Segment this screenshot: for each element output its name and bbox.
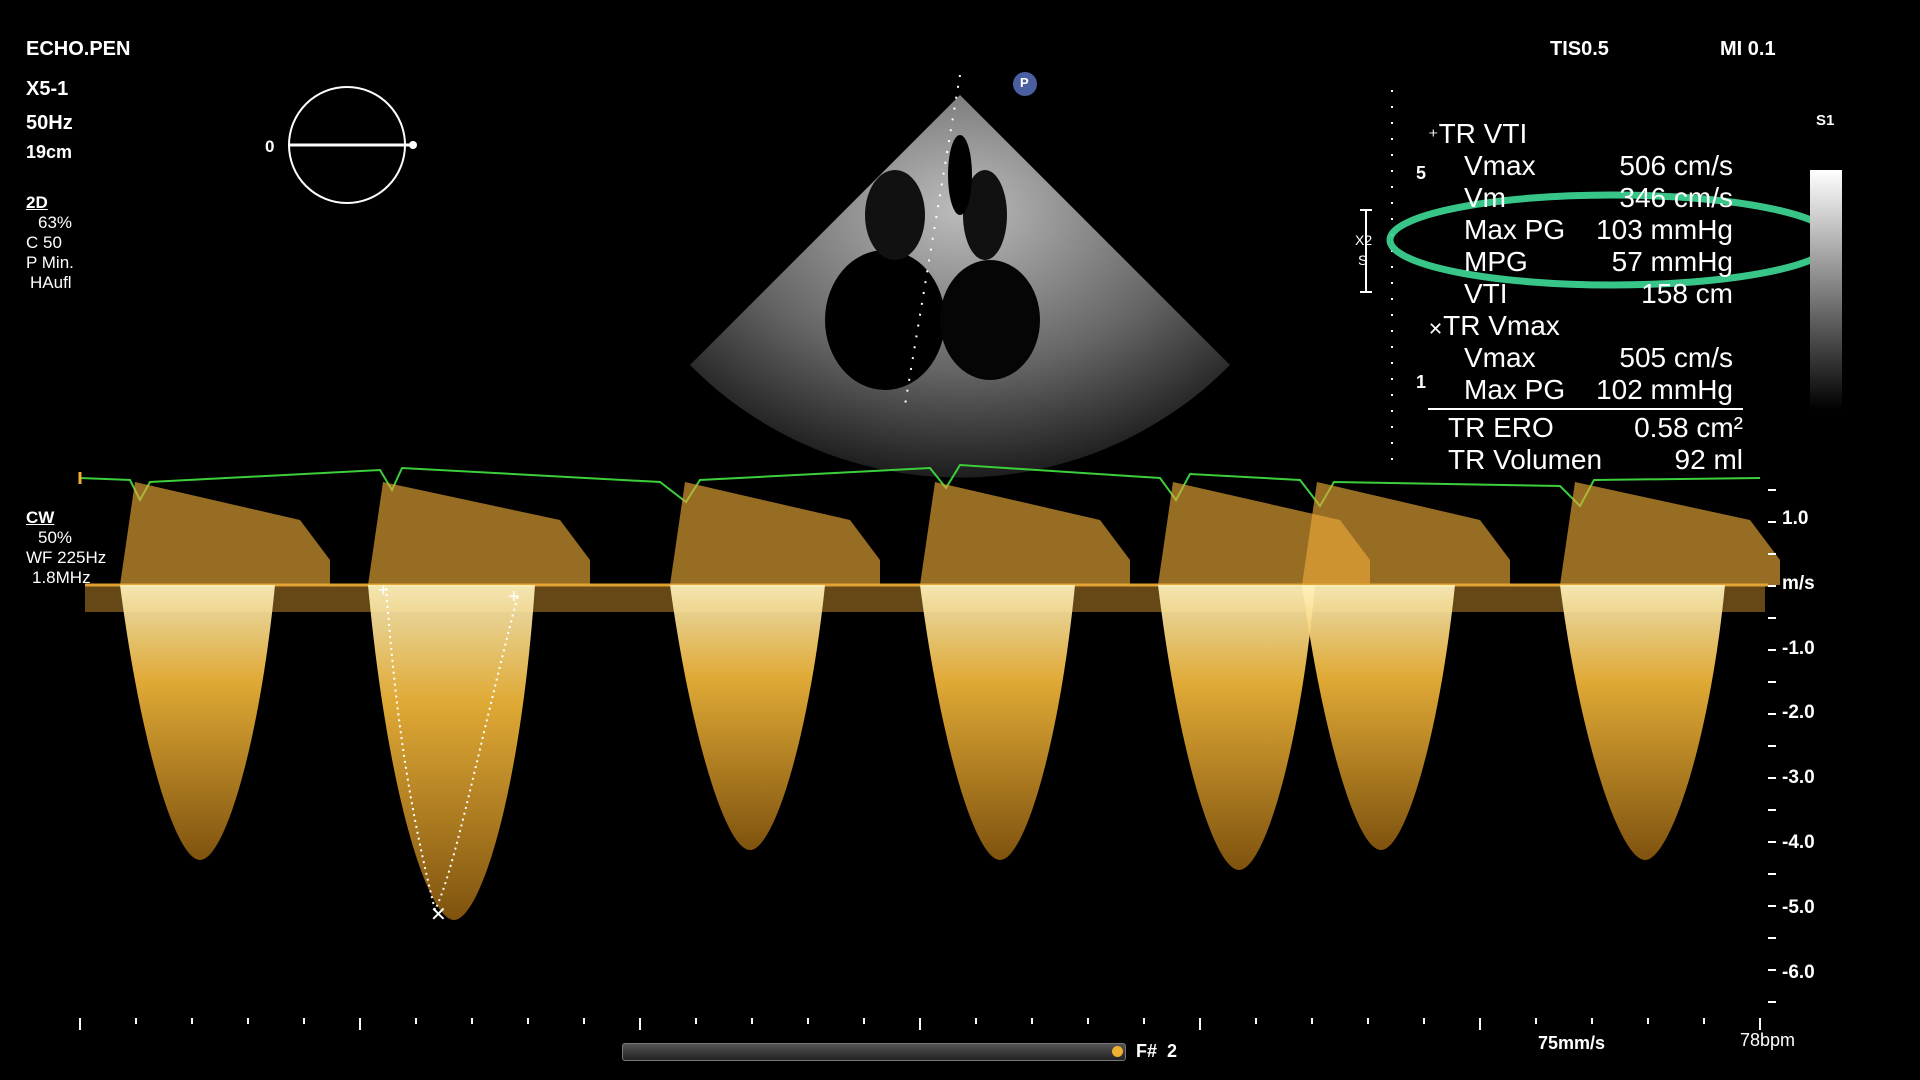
grayscale-bar [1810,170,1842,410]
grayscale-label: S1 [1816,112,1835,129]
mode-2d-power: P Min. [26,253,74,272]
tr-vti-row-value: 506 cm/s [1619,150,1733,181]
crosshair-icon: ⁺ [1428,126,1439,148]
sweep-speed: 75mm/s [1538,1033,1606,1053]
mode-cw-wall-filter: WF 225Hz [26,548,107,567]
doppler-envelope [120,585,275,860]
angle-indicator-label: 0 [265,137,275,156]
svg-text:✕: ✕ [430,904,447,926]
frame-number: 2 [1167,1041,1178,1061]
cine-scrollbar[interactable] [622,1043,1126,1061]
mode-cw-frequency: 1.8MHz [32,568,91,587]
measurement-divider [1428,408,1743,410]
doppler-forward-flow [920,482,1130,585]
doppler-forward-flow [1560,482,1780,585]
doppler-envelope [1302,585,1455,850]
doppler-spectrum [85,482,1780,920]
velocity-tick-label: -3.0 [1782,767,1815,788]
doppler-forward-flow [670,482,880,585]
tr-vti-row-value: 346 cm/s [1619,182,1733,213]
tr-vti-row-label: MPG [1464,246,1528,277]
cine-scroll-handle[interactable] [1112,1046,1123,1057]
doppler-envelope [368,585,535,920]
heart-rate: 78bpm [1740,1030,1796,1050]
mode-cw-title: CW [26,508,55,527]
tr-vti-row-value: 57 mmHg [1611,246,1733,277]
tis-label: TIS0.5 [1550,38,1609,60]
velocity-tick-label: -6.0 [1782,962,1815,983]
tr-vti-row-label: Vmax [1464,150,1536,181]
tr-vti-row-value: 158 cm [1641,278,1733,309]
doppler-forward-flow [368,482,590,585]
probe-label: X5-1 [26,78,69,100]
velocity-tick-label: -2.0 [1782,702,1815,723]
sector-scale-label-top: 5 [1416,163,1427,183]
svg-text:+: + [508,586,520,608]
gate-label: X2 [1355,232,1373,248]
depth-scale [1360,90,1393,470]
preset-label: ECHO.PEN [26,38,131,60]
velocity-tick-label: -1.0 [1782,638,1815,659]
sector-scale-label-bottom: 1 [1416,372,1427,392]
tr-vmax-row-value: 505 cm/s [1619,342,1733,373]
doppler-envelope [670,585,825,850]
echo-sector [690,74,1230,478]
tr-vti-title: ⁺TR VTI [1428,118,1528,149]
cross-marker-icon: ✕ [1428,319,1444,339]
mode-cw-gain: 50% [38,528,73,547]
tr-ero-label: TR ERO [1448,412,1554,443]
mode-2d-gain: 63% [38,213,73,232]
tr-vmax-title: ✕TR Vmax [1428,310,1560,341]
mode-2d-title: 2D [26,193,48,212]
velocity-tick-label: 1.0 [1782,508,1809,529]
tr-ero-value: 0.58 cm² [1634,412,1743,443]
doppler-envelope [920,585,1075,860]
doppler-envelope [1560,585,1725,860]
velocity-tick-label: -4.0 [1782,832,1815,853]
time-axis [79,1018,1761,1030]
velocity-tick-label: -5.0 [1782,897,1815,918]
tr-vti-row-label: Vm [1464,182,1506,213]
doppler-forward-flow [120,482,330,585]
tr-vmax-row-value: 102 mmHg [1596,374,1733,405]
tr-vmax-row-label: Vmax [1464,342,1536,373]
frame-rate: 50Hz [26,112,73,134]
mi-label: MI 0.1 [1720,38,1776,60]
mode-2d-compression: C 50 [26,233,62,252]
velocity-unit-label: m/s [1782,573,1815,594]
svg-text:+: + [378,580,389,600]
tr-vmax-row-label: Max PG [1464,374,1566,405]
doppler-forward-flow [1302,482,1510,585]
doppler-envelope [1158,585,1315,870]
tr-volumen-value: 92 ml [1674,444,1743,475]
pointer-badge-label: P [1020,75,1029,90]
tr-vti-row-label: Max PG [1464,214,1566,245]
measurement-panel: ⁺TR VTI Vmax 506 cm/s Vm 346 cm/s Max PG… [1428,118,1748,478]
frame-label: F# 2 [1136,1041,1178,1061]
tr-vti-row-value: 103 mmHg [1596,214,1733,245]
mode-2d-resolution: HAufl [30,273,72,292]
tr-vti-row-label: VTI [1464,278,1508,309]
angle-indicator [288,86,417,204]
gate-sub-label: S [1358,252,1368,268]
depth-label: 19cm [26,142,73,162]
